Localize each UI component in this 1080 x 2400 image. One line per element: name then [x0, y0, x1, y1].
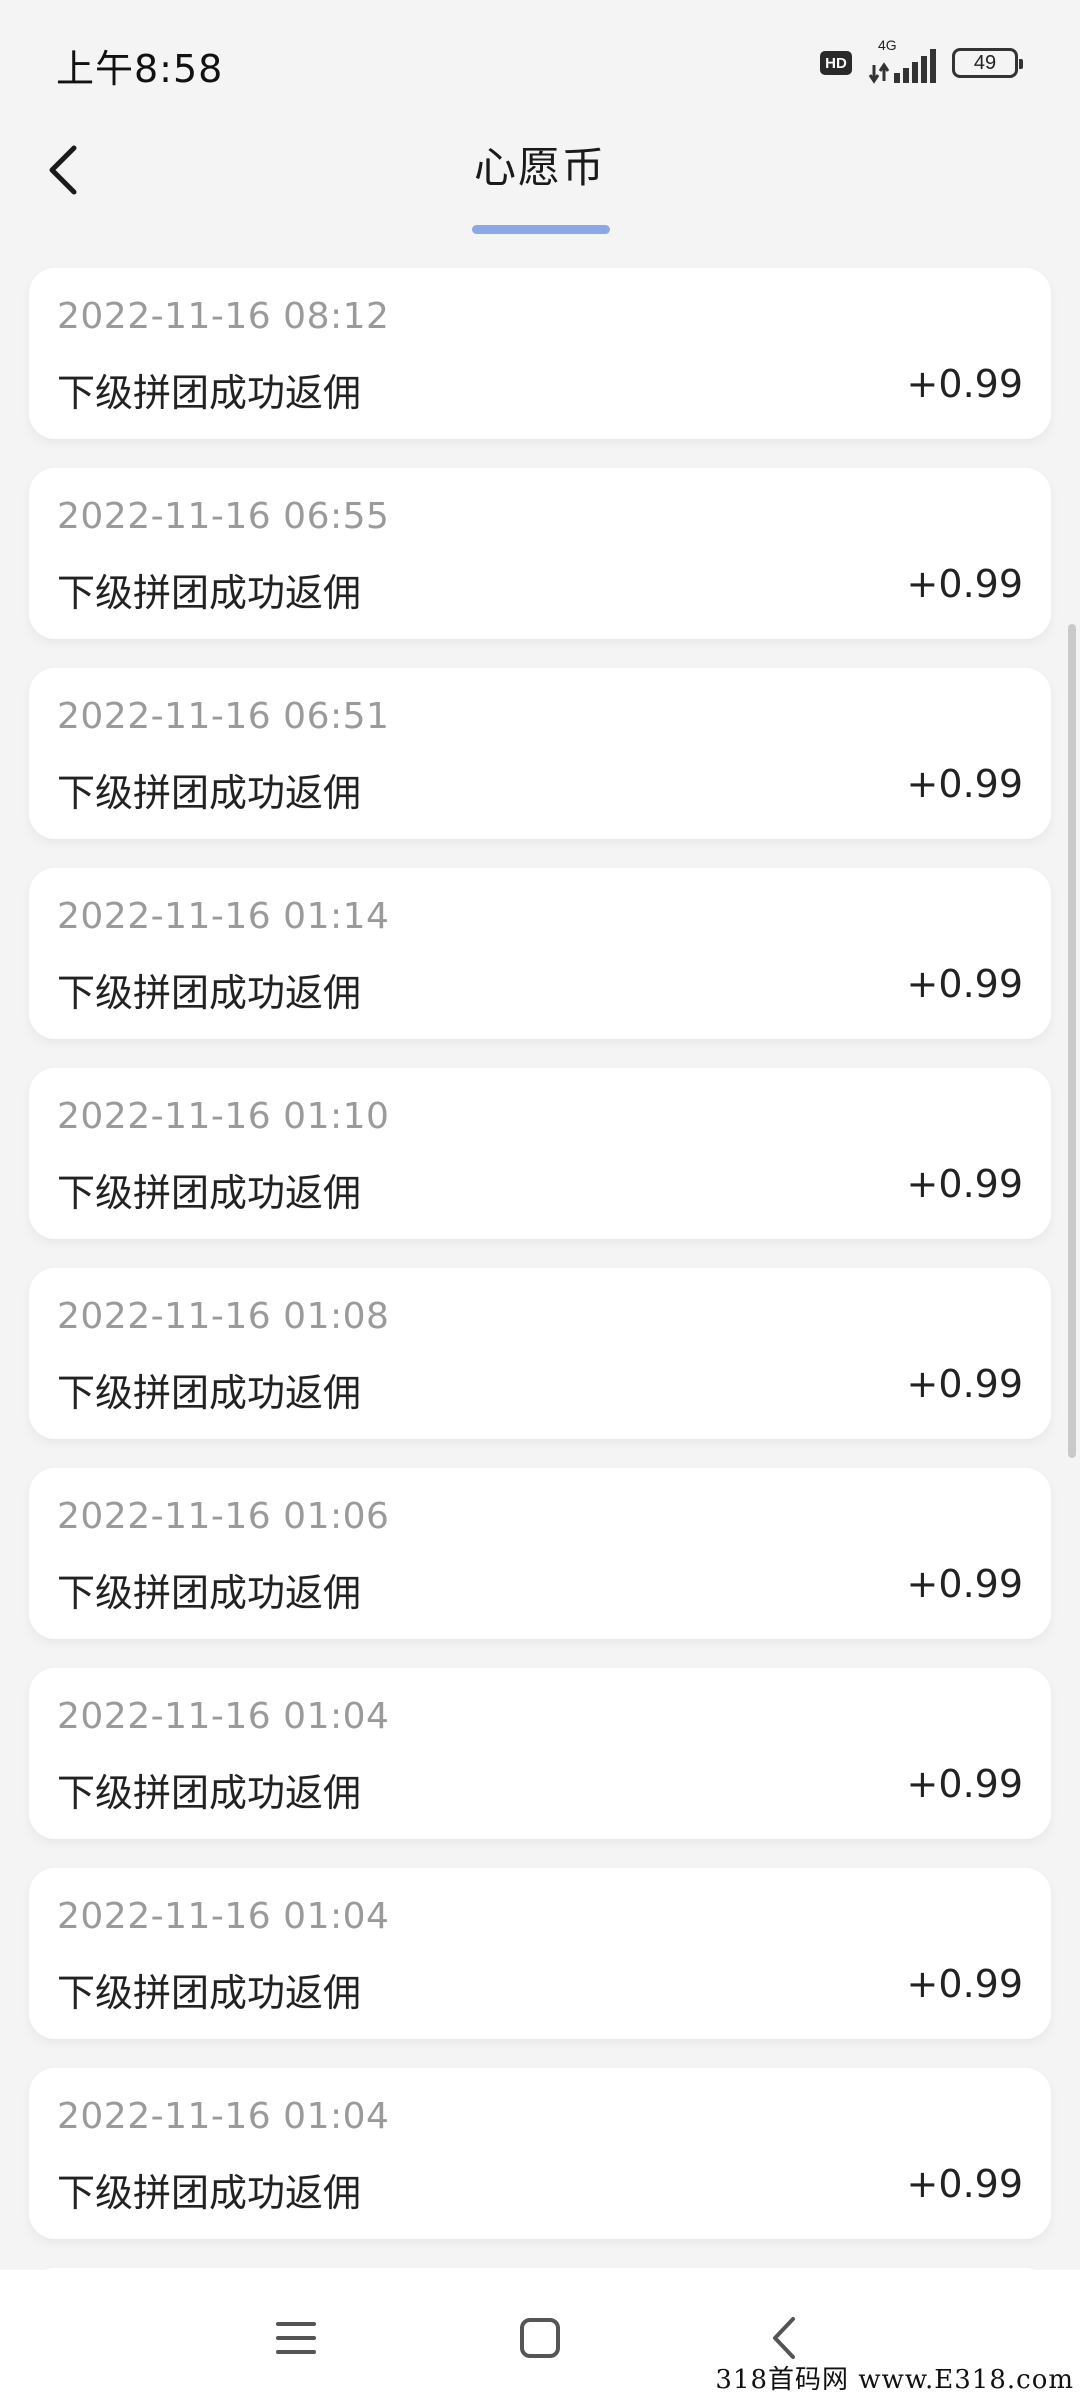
system-nav-bar: 318首码网 www.E318.com	[0, 2270, 1080, 2400]
record-time: 2022-11-16 06:55	[57, 496, 390, 537]
record-description: 下级拼团成功返佣	[57, 371, 362, 415]
menu-button[interactable]	[256, 2298, 336, 2378]
record-time: 2022-11-16 01:06	[57, 1496, 390, 1537]
status-time: 上午8:58	[56, 47, 224, 91]
record-description: 下级拼团成功返佣	[57, 571, 362, 615]
scrollbar[interactable]	[1068, 624, 1076, 1458]
record-amount: +0.99	[906, 1762, 1023, 1806]
home-button[interactable]	[500, 2298, 580, 2378]
record-description: 下级拼团成功返佣	[57, 1171, 362, 1215]
status-icons: HD 4G 49	[820, 37, 1023, 88]
record-time: 2022-11-16 01:04	[57, 1696, 390, 1737]
record-time: 2022-11-16 06:51	[57, 696, 390, 737]
record-amount: +0.99	[906, 2162, 1023, 2206]
battery-level: 49	[973, 51, 997, 74]
list-item[interactable]: 2022-11-16 01:06 下级拼团成功返佣 +0.99	[29, 1468, 1051, 1639]
record-description: 下级拼团成功返佣	[57, 1771, 362, 1815]
list-item[interactable]: 2022-11-16 01:04 下级拼团成功返佣 +0.99	[29, 2068, 1051, 2239]
battery-icon: 49	[952, 48, 1023, 78]
record-amount: +0.99	[906, 1162, 1023, 1206]
list-item[interactable]: 2022-11-16 01:04 下级拼团成功返佣 +0.99	[29, 1868, 1051, 2039]
home-icon	[520, 2318, 560, 2358]
record-time: 2022-11-16 01:04	[57, 1896, 390, 1937]
list-item[interactable]: 2022-11-16 01:08 下级拼团成功返佣 +0.99	[29, 1268, 1051, 1439]
list-item[interactable]: 2022-11-16 06:55 下级拼团成功返佣 +0.99	[29, 468, 1051, 639]
list-item[interactable]: 2022-11-16 06:51 下级拼团成功返佣 +0.99	[29, 668, 1051, 839]
list-item[interactable]: 2022-11-16 08:12 下级拼团成功返佣 +0.99	[29, 268, 1051, 439]
signal-icon: 4G	[866, 37, 938, 87]
record-description: 下级拼团成功返佣	[57, 1571, 362, 1615]
record-time: 2022-11-16 01:10	[57, 1096, 390, 1137]
record-amount: +0.99	[906, 762, 1023, 806]
network-type-label: 4G	[878, 37, 897, 53]
record-time: 2022-11-16 01:14	[57, 896, 390, 937]
list-item[interactable]: 2022-11-16 01:14 下级拼团成功返佣 +0.99	[29, 868, 1051, 1039]
record-list[interactable]: 2022-11-16 08:12 下级拼团成功返佣 +0.99 2022-11-…	[0, 218, 1080, 2270]
record-time: 2022-11-16 08:12	[57, 296, 390, 337]
record-description: 下级拼团成功返佣	[57, 2171, 362, 2215]
record-amount: +0.99	[906, 562, 1023, 606]
record-amount: +0.99	[906, 362, 1023, 406]
record-description: 下级拼团成功返佣	[57, 1371, 362, 1415]
nav-back-icon	[773, 2317, 795, 2359]
list-item[interactable]: 2022-11-16 01:04 下级拼团成功返佣 +0.99	[29, 1668, 1051, 1839]
page-title: 心愿币	[473, 143, 606, 192]
signal-bars-icon	[868, 49, 936, 84]
watermark: 318首码网 www.E318.com	[715, 2365, 1074, 2395]
record-description: 下级拼团成功返佣	[57, 971, 362, 1015]
record-description: 下级拼团成功返佣	[57, 771, 362, 815]
header: 心愿币	[0, 126, 1080, 234]
record-amount: +0.99	[906, 962, 1023, 1006]
hd-icon: HD	[820, 51, 852, 75]
record-amount: +0.99	[906, 1362, 1023, 1406]
record-amount: +0.99	[906, 1962, 1023, 2006]
menu-icon	[276, 2322, 316, 2354]
status-bar: 上午8:58 HD 4G 49	[0, 0, 1080, 126]
record-description: 下级拼团成功返佣	[57, 1971, 362, 2015]
record-time: 2022-11-16 01:04	[57, 2096, 390, 2137]
record-amount: +0.99	[906, 1562, 1023, 1606]
record-time: 2022-11-16 01:08	[57, 1296, 390, 1337]
list-item[interactable]: 2022-11-16 01:10 下级拼团成功返佣 +0.99	[29, 1068, 1051, 1239]
